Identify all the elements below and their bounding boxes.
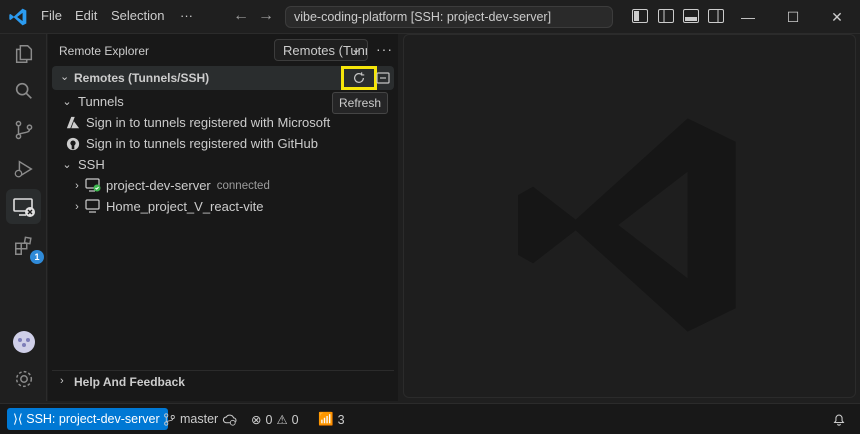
tunnel-sign-in-microsoft[interactable]: Sign in to tunnels registered with Micro… [64, 112, 330, 133]
github-icon [64, 136, 82, 152]
sidebar-title: Remote Explorer [59, 44, 150, 58]
toggle-panel-icon[interactable] [683, 9, 699, 23]
error-count: 0 [265, 412, 273, 427]
search-icon[interactable] [6, 73, 41, 108]
status-bar: ⟩⟨ SSH: project-dev-server master ⊗ 0 ⚠ … [0, 403, 860, 434]
remote-monitor-icon [84, 199, 102, 215]
help-feedback-section[interactable]: › Help And Feedback [52, 370, 394, 392]
remotes-section-title: Remotes (Tunnels/SSH) [74, 71, 210, 85]
minimize-icon[interactable]: — [733, 6, 763, 28]
activity-bar: 1 [0, 34, 47, 401]
back-arrow-icon[interactable]: ← [233, 7, 249, 25]
chevron-right-icon: › [60, 375, 64, 387]
connected-remote-icon [84, 178, 102, 194]
remote-connect-icon: ⟩⟨ [13, 412, 27, 426]
tunnel-sign-in-github[interactable]: Sign in to tunnels registered with GitHu… [64, 133, 318, 154]
ports-antenna-icon: 📶 [318, 412, 334, 426]
command-center-search[interactable]: vibe-coding-platform [SSH: project-dev-s… [285, 6, 613, 28]
remotes-section-header[interactable]: ⌄ Remotes (Tunnels/SSH) [52, 66, 394, 90]
refresh-icon [354, 72, 365, 83]
remote-explorer-sidebar: Remote Explorer Remotes (Tunnels/SSH) ⌄ … [48, 34, 398, 401]
ssh-host-status: connected [216, 179, 270, 192]
error-icon: ⊗ [251, 413, 262, 427]
refresh-button[interactable] [341, 66, 377, 90]
chevron-down-icon: ⌄ [60, 71, 70, 83]
tunnels-group[interactable]: ⌄ Tunnels [60, 91, 124, 112]
chevron-down-icon: ⌄ [350, 42, 361, 56]
chevron-right-icon: › [75, 179, 79, 192]
ports-count: 3 [337, 412, 345, 427]
settings-gear-icon[interactable] [6, 361, 41, 396]
ssh-host-name: project-dev-server [106, 178, 211, 193]
azure-icon [64, 115, 82, 131]
ssh-host-row[interactable]: › project-dev-server connected [70, 175, 270, 196]
menu-selection[interactable]: Selection [111, 8, 164, 23]
forwarded-ports-item[interactable]: 📶 3 [318, 412, 345, 427]
menu-file[interactable]: File [41, 8, 62, 23]
remotes-type-select[interactable]: Remotes (Tunnels/SSH) ⌄ [274, 39, 368, 61]
tunnel-microsoft-label: Sign in to tunnels registered with Micro… [86, 115, 331, 130]
notifications-bell-icon[interactable] [832, 412, 846, 426]
toggle-primary-sidebar-icon[interactable] [632, 9, 648, 23]
cloud-sync-icon[interactable] [222, 413, 237, 426]
ssh-host-row[interactable]: › Home_project_V_react-vite [70, 196, 264, 217]
menu-edit[interactable]: Edit [75, 8, 97, 23]
remote-indicator[interactable]: ⟩⟨ SSH: project-dev-server [7, 408, 168, 430]
chevron-right-icon: › [75, 200, 79, 213]
warning-count: 0 [291, 412, 299, 427]
ssh-group[interactable]: ⌄ SSH [60, 154, 105, 175]
forward-arrow-icon[interactable]: → [258, 7, 274, 25]
extensions-badge: 1 [30, 250, 44, 264]
title-bar: File Edit Selection ··· ← → vibe-coding-… [0, 0, 860, 34]
maximize-icon[interactable]: ☐ [778, 6, 808, 28]
help-feedback-title: Help And Feedback [74, 375, 185, 389]
ssh-host-name: Home_project_V_react-vite [106, 199, 264, 214]
account-avatar[interactable] [6, 324, 41, 359]
vscode-watermark-icon [518, 118, 736, 332]
new-window-icon[interactable] [376, 71, 390, 85]
extensions-icon[interactable]: 1 [6, 228, 44, 264]
remote-indicator-label: SSH: project-dev-server [26, 412, 160, 426]
git-branch-item[interactable]: master [163, 412, 237, 426]
toggle-secondary-sidebar-icon[interactable] [708, 9, 724, 23]
branch-name: master [180, 412, 219, 426]
vscode-logo-icon [9, 8, 27, 26]
tunnel-github-label: Sign in to tunnels registered with GitHu… [86, 136, 318, 151]
menu-more-icon[interactable]: ··· [180, 8, 193, 23]
refresh-tooltip: Refresh [332, 92, 389, 114]
close-icon[interactable]: ✕ [822, 6, 852, 28]
warning-icon: ⚠ [276, 413, 288, 427]
run-debug-icon[interactable] [6, 151, 41, 186]
remote-explorer-icon[interactable] [6, 189, 41, 224]
toggle-primary-sidebar-alt-icon[interactable] [658, 9, 674, 23]
problems-item[interactable]: ⊗ 0 ⚠ 0 [251, 412, 299, 428]
source-control-icon[interactable] [6, 112, 41, 147]
more-actions-icon[interactable]: ··· [376, 41, 393, 57]
ssh-label: SSH [78, 157, 105, 172]
chevron-down-icon: ⌄ [62, 159, 72, 171]
branch-icon [164, 412, 175, 426]
chevron-down-icon: ⌄ [62, 96, 72, 108]
explorer-icon[interactable] [6, 36, 41, 71]
tunnels-label: Tunnels [78, 94, 124, 109]
editor-area [403, 34, 856, 398]
